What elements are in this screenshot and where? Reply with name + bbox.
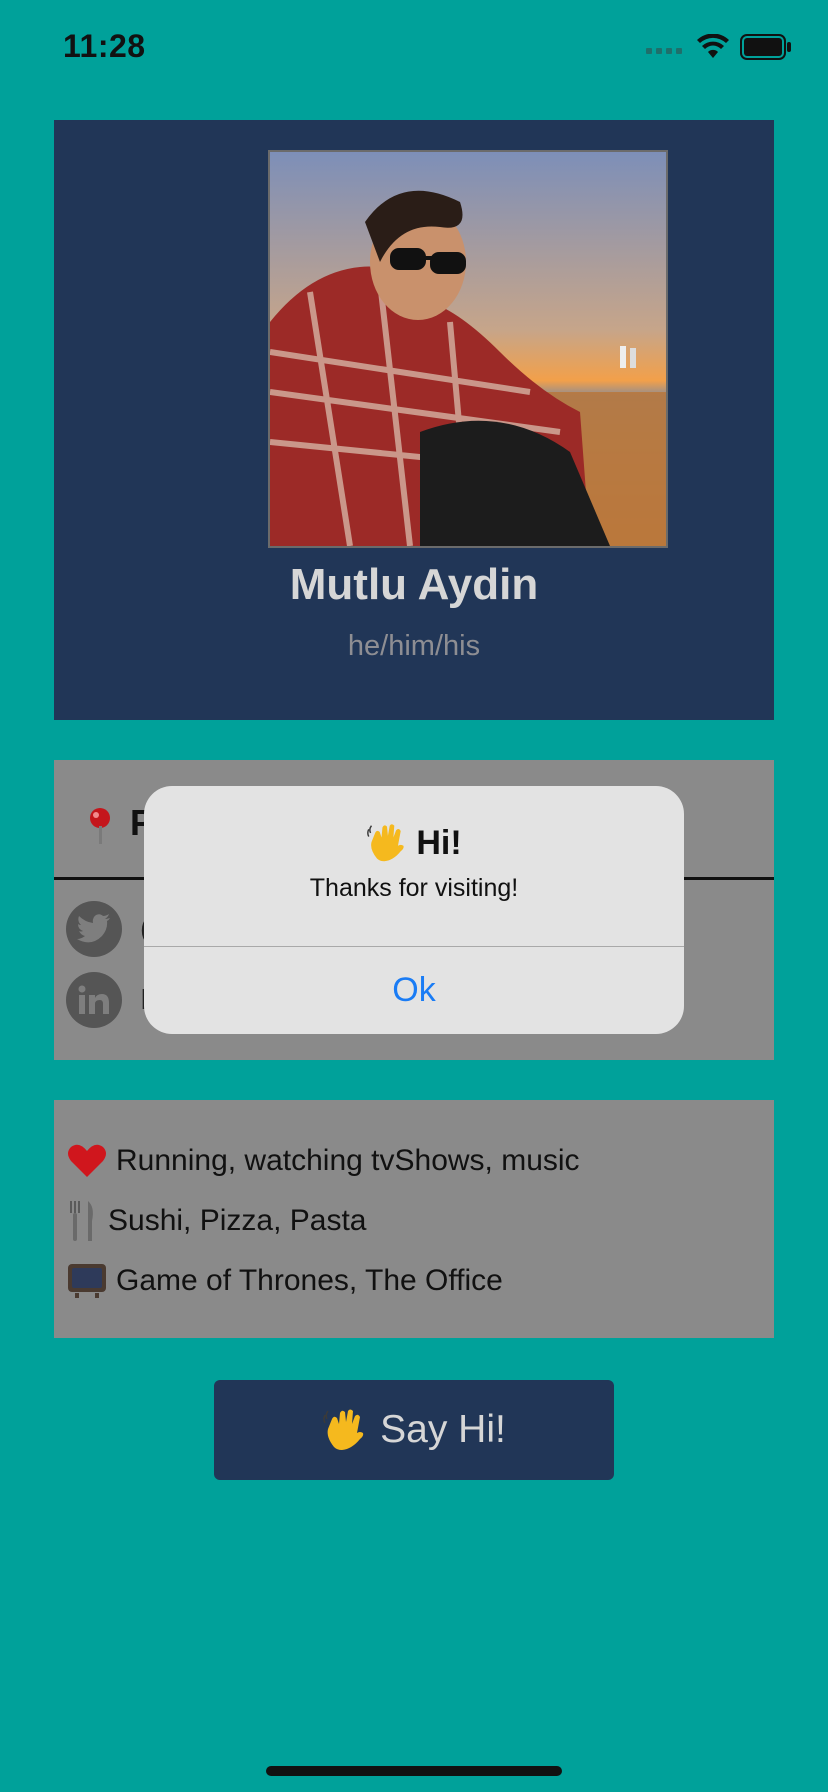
interest-tv-shows: Game of Thrones, The Office — [116, 1264, 503, 1297]
say-hi-button[interactable]: Say Hi! — [214, 1380, 614, 1480]
alert-dialog: Hi! Thanks for visiting! Ok — [144, 786, 684, 1034]
profile-pronouns: he/him/his — [347, 630, 481, 662]
waving-hand-icon — [322, 1407, 368, 1453]
status-bar: 11:28 — [0, 0, 828, 100]
fork-knife-icon — [66, 1200, 100, 1242]
battery-icon — [740, 34, 791, 60]
linkedin-icon[interactable] — [66, 972, 122, 1028]
twitter-icon[interactable] — [66, 901, 122, 957]
profile-card: Mutlu Aydin he/him/his — [54, 120, 774, 720]
interest-food: Sushi, Pizza, Pasta — [108, 1204, 367, 1237]
wifi-icon — [697, 34, 729, 58]
profile-photo — [268, 150, 668, 548]
list-item: Game of Thrones, The Office — [66, 1256, 503, 1306]
alert-ok-button[interactable]: Ok — [144, 947, 684, 1034]
interest-hobbies: Running, watching tvShows, music — [116, 1144, 580, 1177]
alert-message: Thanks for visiting! — [309, 874, 519, 902]
alert-title-row: Hi! — [144, 822, 684, 864]
cellular-signal-icon — [646, 48, 682, 54]
status-time: 11:28 — [63, 28, 146, 64]
pin-icon — [90, 808, 110, 844]
heart-icon — [66, 1140, 108, 1182]
status-icons — [646, 34, 792, 60]
profile-name: Mutlu Aydin — [289, 560, 539, 609]
say-hi-label[interactable]: Say Hi! — [380, 1408, 506, 1452]
interests-card: Running, watching tvShows, music Sushi, … — [54, 1100, 774, 1338]
waving-hand-icon — [366, 822, 408, 864]
list-item: Sushi, Pizza, Pasta — [66, 1196, 366, 1246]
alert-title: Hi! — [416, 823, 462, 862]
home-indicator[interactable] — [266, 1766, 562, 1776]
tv-icon — [66, 1260, 108, 1302]
list-item: Running, watching tvShows, music — [66, 1136, 580, 1186]
